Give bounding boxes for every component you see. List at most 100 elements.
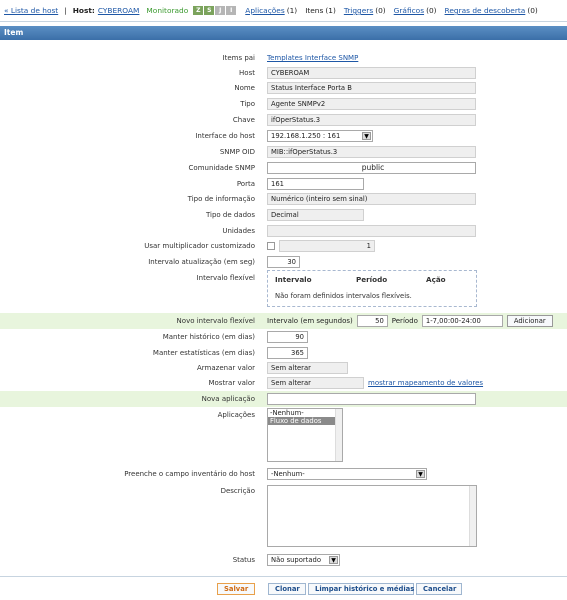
type-label: Tipo [240, 100, 255, 108]
flex-period-input[interactable]: 1-7,00:00-24:00 [421, 315, 503, 327]
new-application-input[interactable] [267, 393, 476, 405]
host-status: Monitorado [146, 6, 189, 15]
flex-interval-table: Intervalo Período Ação Não foram definid… [267, 270, 477, 307]
applications-link[interactable]: Aplicações [245, 6, 284, 15]
nav-separator: | [64, 6, 67, 15]
host-name-link[interactable]: CYBEROAM [98, 6, 140, 15]
history-label: Manter histórico (em dias) [162, 333, 255, 341]
port-label: Porta [236, 180, 255, 188]
host-field: CYBEROAM [267, 67, 476, 79]
inventory-select[interactable]: -Nenhum- ▼ [267, 468, 427, 480]
items-label: Itens [305, 6, 324, 15]
row-novo-intervalo: Novo intervalo flexível Intervalo (em se… [0, 313, 567, 329]
type-field: Agente SNMPv2 [267, 98, 476, 110]
row-porta: Porta 161 [0, 176, 567, 192]
new-flex-interval-label: Novo intervalo flexível [176, 317, 255, 325]
key-label: Chave [232, 116, 255, 124]
cancel-button[interactable]: Cancelar [416, 583, 462, 595]
row-tipo: Tipo Agente SNMPv2 [0, 96, 567, 112]
name-field: Status Interface Porta B [267, 82, 476, 94]
availability-indicators: Z S J I [193, 6, 237, 15]
row-interface: Interface do host 192.168.1.250 : 161 ▼ [0, 128, 567, 144]
chevron-down-icon: ▼ [362, 132, 371, 140]
ipmi-availability-icon: I [226, 6, 237, 15]
listbox-scrollbar[interactable] [335, 409, 342, 461]
trends-input[interactable]: 365 [267, 347, 308, 359]
row-nome: Nome Status Interface Porta B [0, 80, 567, 96]
row-armazenar: Armazenar valor Sem alterar [0, 360, 567, 376]
save-button[interactable]: Salvar [217, 583, 255, 595]
flex-col-interval: Intervalo [275, 275, 312, 284]
host-interface-label: Interface do host [195, 132, 255, 140]
clear-history-button[interactable]: Limpar histórico e médias [308, 583, 414, 595]
store-value-field: Sem alterar [267, 362, 348, 374]
form-title-bar: Item [0, 26, 567, 40]
status-select[interactable]: Não suportado ▼ [267, 554, 340, 566]
row-comunidade: Comunidade SNMP public [0, 160, 567, 176]
data-type-label: Tipo de dados [205, 211, 255, 219]
row-inventario: Preenche o campo inventário do host -Nen… [0, 466, 567, 482]
host-interface-value: 192.168.1.250 : 161 [271, 132, 341, 140]
interval-seconds-label: Intervalo (em segundos) [267, 317, 353, 325]
triggers-link[interactable]: Triggers [344, 6, 373, 15]
application-option-none[interactable]: -Nenhum- [268, 409, 342, 417]
info-type-field: Numérico (inteiro sem sinal) [267, 193, 476, 205]
multiplier-checkbox[interactable] [267, 242, 275, 250]
flex-interval-input[interactable]: 50 [356, 315, 388, 327]
graphs-count: (0) [426, 6, 437, 15]
status-value: Não suportado [271, 556, 321, 564]
port-input[interactable]: 161 [267, 178, 364, 190]
description-label: Descrição [220, 487, 255, 495]
flex-interval-label: Intervalo flexível [196, 274, 255, 282]
new-application-label: Nova aplicação [201, 395, 255, 403]
application-option-fluxo[interactable]: Fluxo de dados [268, 417, 342, 425]
multiplier-label: Usar multiplicador customizado [144, 242, 255, 250]
chevron-down-icon: ▼ [416, 470, 425, 478]
store-value-label: Armazenar valor [197, 364, 255, 372]
multiplier-field: 1 [279, 240, 375, 252]
row-chave: Chave ifOperStatus.3 [0, 112, 567, 128]
triggers-count: (0) [375, 6, 386, 15]
add-flex-interval-button[interactable]: Adicionar [506, 315, 553, 327]
inventory-value: -Nenhum- [271, 470, 305, 478]
host-field-label: Host [239, 69, 255, 77]
row-intervalo: Intervalo atualização (em seg) 30 [0, 254, 567, 270]
snmp-community-input[interactable]: public [267, 162, 476, 174]
host-list-link[interactable]: « Lista de host [4, 6, 58, 15]
period-label: Período [391, 317, 418, 325]
jmx-availability-icon: J [215, 6, 226, 15]
discovery-rules-link[interactable]: Regras de descoberta [445, 6, 526, 15]
info-type-label: Tipo de informação [187, 195, 255, 203]
name-label: Nome [234, 84, 255, 92]
snmp-availability-icon: S [204, 6, 215, 15]
units-label: Unidades [222, 227, 255, 235]
clone-button[interactable]: Clonar [268, 583, 306, 595]
flex-empty-message: Não foram definidos intervalos flexíveis… [275, 292, 412, 300]
row-items-pai: Items pai Templates Interface SNMP [0, 50, 567, 66]
update-interval-input[interactable]: 30 [267, 256, 300, 268]
textarea-scrollbar[interactable] [469, 486, 476, 546]
chevron-down-icon: ▼ [329, 556, 338, 564]
applications-label: Aplicações [217, 411, 255, 419]
snmp-community-label: Comunidade SNMP [188, 164, 255, 172]
trends-label: Manter estatísticas (em dias) [152, 349, 255, 357]
flex-col-action: Ação [426, 275, 446, 284]
row-estatisticas: Manter estatísticas (em dias) 365 [0, 345, 567, 361]
discovery-rules-count: (0) [527, 6, 538, 15]
description-textarea[interactable] [267, 485, 477, 547]
row-tipo-info: Tipo de informação Numérico (inteiro sem… [0, 191, 567, 207]
applications-listbox[interactable]: -Nenhum- Fluxo de dados [267, 408, 343, 462]
graphs-link[interactable]: Gráficos [394, 6, 424, 15]
items-pai-label: Items pai [222, 54, 255, 62]
row-multiplicador: Usar multiplicador customizado 1 [0, 238, 567, 254]
items-count: (1) [325, 6, 336, 15]
form-footer: Salvar Clonar Limpar histórico e médias … [0, 576, 567, 600]
show-value-field: Sem alterar [267, 377, 364, 389]
host-navigation-bar: « Lista de host | Host: CYBEROAM Monitor… [0, 0, 567, 22]
host-interface-select[interactable]: 192.168.1.250 : 161 ▼ [267, 130, 373, 142]
value-mapping-link[interactable]: mostrar mapeamento de valores [368, 379, 483, 387]
status-label: Status [232, 556, 255, 564]
inventory-label: Preenche o campo inventário do host [124, 470, 255, 478]
parent-template-link[interactable]: Templates Interface SNMP [267, 54, 358, 62]
history-input[interactable]: 90 [267, 331, 308, 343]
